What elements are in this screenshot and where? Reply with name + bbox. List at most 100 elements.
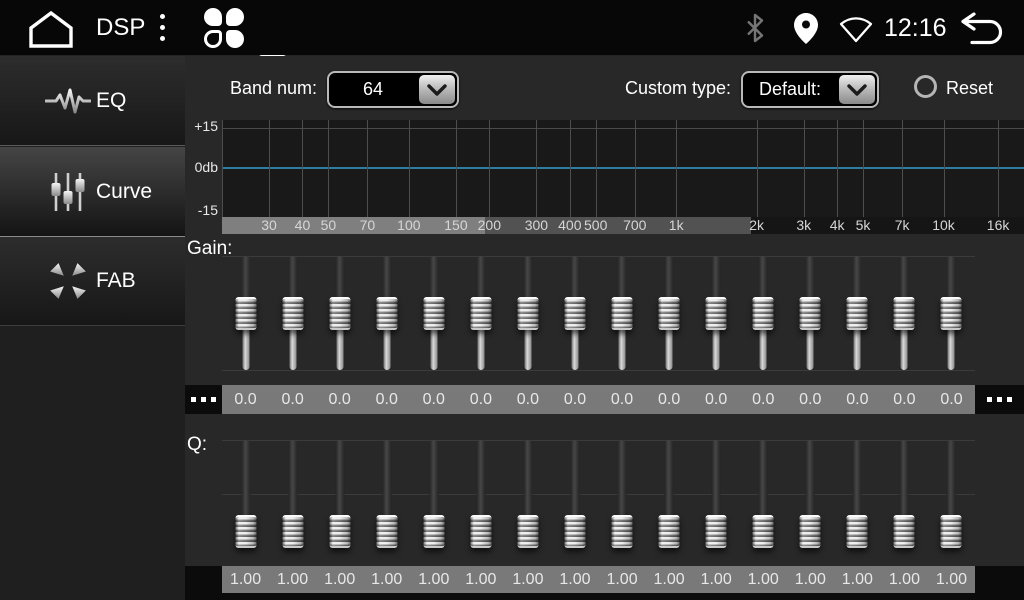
slider-thumb[interactable] [800,297,821,330]
slider-track-upper [806,440,815,523]
q-slider-band-1[interactable] [222,440,269,548]
slider-thumb[interactable] [894,515,915,548]
slider-thumb[interactable] [941,297,962,330]
back-button[interactable] [958,11,1004,52]
band-num-select[interactable]: 64 [327,71,459,108]
slider-thumb[interactable] [847,515,868,548]
slider-thumb[interactable] [423,297,444,330]
home-button[interactable] [26,9,76,54]
q-slider-band-15[interactable] [881,440,928,548]
gain-slider-band-12[interactable] [740,256,787,370]
q-slider-band-9[interactable] [599,440,646,548]
gain-slider-band-8[interactable] [551,256,598,370]
gridline-400 [570,120,571,217]
q-value-7: 1.00 [504,571,551,589]
gain-slider-band-3[interactable] [316,256,363,370]
slider-thumb[interactable] [753,515,774,548]
apps-clover-icon[interactable] [204,8,244,48]
gain-value-16: 0.0 [928,391,975,409]
slider-thumb[interactable] [659,515,680,548]
freq-tick-70: 70 [360,217,376,234]
slider-thumb[interactable] [612,297,633,330]
chevron-down-icon[interactable] [839,75,875,104]
slider-thumb[interactable] [659,297,680,330]
slider-thumb[interactable] [329,297,350,330]
gain-slider-band-11[interactable] [693,256,740,370]
slider-thumb[interactable] [612,515,633,548]
gridline-30 [269,120,270,217]
slider-thumb[interactable] [517,297,538,330]
slider-thumb[interactable] [800,515,821,548]
gain-slider-band-1[interactable] [222,256,269,370]
reset-button[interactable] [914,75,937,98]
gain-slider-band-14[interactable] [834,256,881,370]
freq-tick-1k: 1k [669,217,684,234]
q-slider-band-8[interactable] [551,440,598,548]
chevron-down-icon[interactable] [419,75,455,104]
sidebar-item-curve[interactable]: Curve [0,147,185,237]
slider-thumb[interactable] [517,515,538,548]
gain-value-6: 0.0 [457,391,504,409]
gain-slider-band-9[interactable] [599,256,646,370]
slider-thumb[interactable] [847,297,868,330]
slider-thumb[interactable] [470,297,491,330]
slider-thumb[interactable] [282,515,303,548]
q-slider-band-13[interactable] [787,440,834,548]
slider-thumb[interactable] [564,297,585,330]
q-slider-band-4[interactable] [363,440,410,548]
q-slider-band-7[interactable] [504,440,551,548]
slider-thumb[interactable] [894,297,915,330]
gain-slider-band-10[interactable] [646,256,693,370]
q-slider-band-3[interactable] [316,440,363,548]
slider-thumb[interactable] [706,297,727,330]
slider-thumb[interactable] [235,515,256,548]
q-slider-band-16[interactable] [928,440,975,548]
gain-value-2: 0.0 [269,391,316,409]
q-slider-band-2[interactable] [269,440,316,548]
ylabel-minus15: -15 [185,202,218,218]
slider-track-upper [241,440,250,523]
sidebar: EQ Curve FAB [0,56,185,600]
gridline-300 [536,120,537,217]
q-slider-band-11[interactable] [693,440,740,548]
slider-thumb[interactable] [376,515,397,548]
slider-thumb[interactable] [423,515,444,548]
freq-tick-700: 700 [623,217,646,234]
gain-slider-band-4[interactable] [363,256,410,370]
custom-type-select[interactable]: Default: [741,71,879,108]
gain-slider-band-15[interactable] [881,256,928,370]
slider-track-upper [570,440,579,523]
slider-thumb[interactable] [753,297,774,330]
sidebar-item-eq[interactable]: EQ [0,56,185,146]
gain-slider-band-16[interactable] [928,256,975,370]
slider-thumb[interactable] [941,515,962,548]
gain-slider-band-13[interactable] [787,256,834,370]
q-slider-band-14[interactable] [834,440,881,548]
slider-thumb[interactable] [282,297,303,330]
q-slider-band-6[interactable] [457,440,504,548]
gain-scroll-right-button[interactable] [975,385,1024,414]
slider-thumb[interactable] [564,515,585,548]
overflow-menu-icon[interactable] [160,14,165,41]
q-slider-band-10[interactable] [646,440,693,548]
q-slider-band-5[interactable] [410,440,457,548]
slider-track-upper [618,440,627,523]
q-slider-band-12[interactable] [740,440,787,548]
slider-thumb[interactable] [376,297,397,330]
gain-slider-band-6[interactable] [457,256,504,370]
band-num-label: Band num: [230,78,317,99]
gain-scroll-left-button[interactable] [185,385,222,414]
gain-slider-band-2[interactable] [269,256,316,370]
gain-value-15: 0.0 [881,391,928,409]
slider-thumb[interactable] [235,297,256,330]
custom-type-value: Default: [743,79,837,100]
q-sliders [222,440,975,548]
q-value-5: 1.00 [410,571,457,589]
slider-thumb[interactable] [470,515,491,548]
q-value-3: 1.00 [316,571,363,589]
gain-slider-band-7[interactable] [504,256,551,370]
slider-thumb[interactable] [706,515,727,548]
gain-slider-band-5[interactable] [410,256,457,370]
slider-thumb[interactable] [329,515,350,548]
sidebar-item-fab[interactable]: FAB [0,237,185,326]
